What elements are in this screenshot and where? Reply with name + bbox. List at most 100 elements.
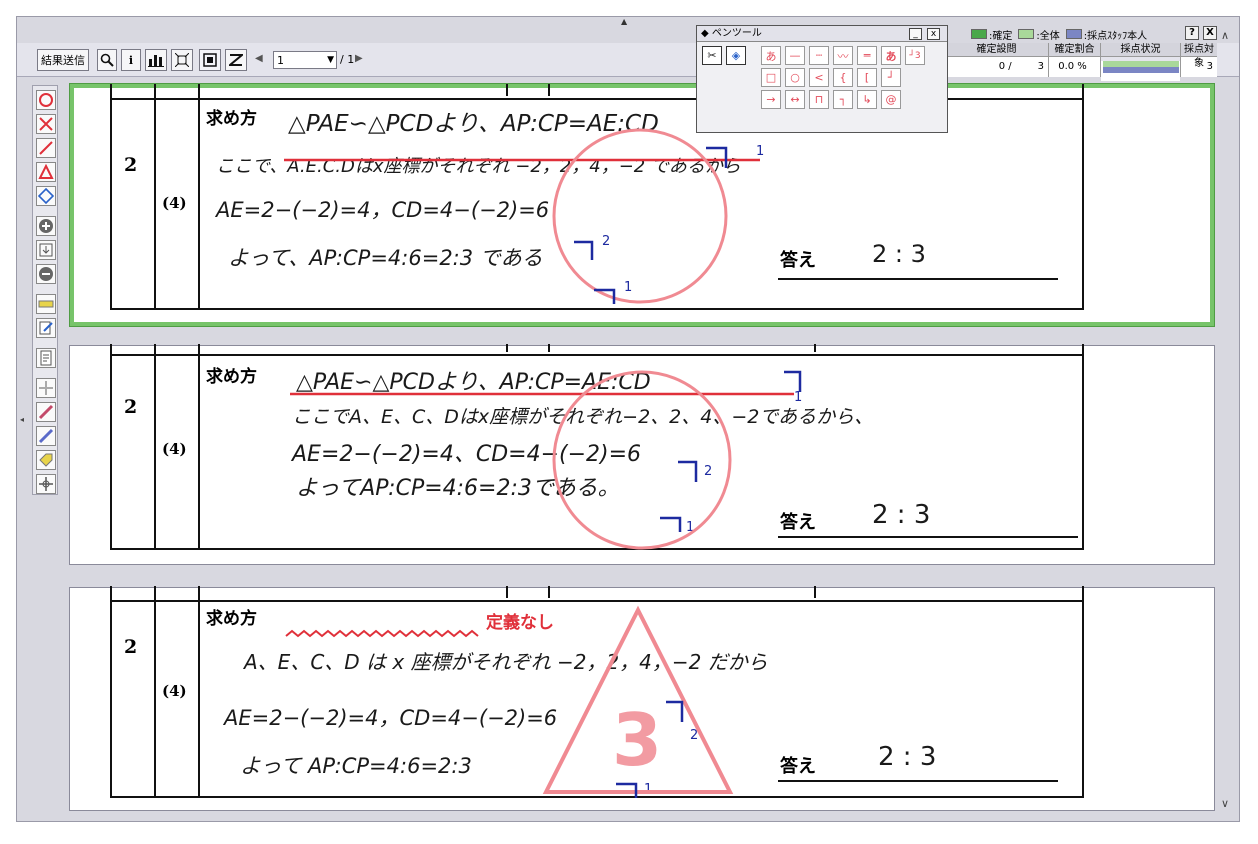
pen-palette-close-button[interactable]: x bbox=[927, 28, 940, 40]
info-icon[interactable]: i bbox=[121, 49, 141, 71]
pen-bracket-icon[interactable]: [ bbox=[857, 68, 877, 87]
stats-target: 採点対象 3 bbox=[1181, 43, 1217, 77]
highlight-bar-icon[interactable] bbox=[36, 294, 56, 314]
remove-icon[interactable] bbox=[36, 264, 56, 284]
slash-mark-icon[interactable] bbox=[36, 138, 56, 158]
next-page-icon[interactable]: ▶ bbox=[355, 53, 363, 64]
answer-label: 答え bbox=[780, 512, 816, 533]
window-close-button[interactable]: X bbox=[1203, 26, 1217, 40]
pen-brace-icon[interactable]: { bbox=[833, 68, 853, 87]
answer-line-1: △PAE∽△PCDより、AP:CP=AE:CD bbox=[288, 111, 659, 137]
fit-view-icon[interactable] bbox=[171, 49, 193, 71]
legend-all-label: :全体 bbox=[1036, 30, 1060, 42]
answer-sheet-3: 2 (4) 求め方 定義なし A、E、C、D は x 座標がそれぞれ −2，2，… bbox=[110, 586, 1084, 798]
pen-step-icon[interactable]: ⊓ bbox=[809, 90, 829, 109]
answer-panel-3[interactable]: 2 (4) 求め方 定義なし A、E、C、D は x 座標がそれぞれ −2，2，… bbox=[69, 586, 1215, 811]
z-sort-icon[interactable] bbox=[225, 49, 247, 71]
collapse-arrow-icon[interactable]: ▲ bbox=[621, 17, 627, 26]
answer-line-2: A、E、C、D は x 座標がそれぞれ −2，2，4，−2 だから bbox=[244, 650, 768, 674]
answer-label: 答え bbox=[780, 756, 816, 777]
add-icon[interactable] bbox=[36, 216, 56, 236]
answer-panel-1[interactable]: 2 (4) 求め方 △PAE∽△PCDより、AP:CP=AE:CD ここで、A.… bbox=[69, 83, 1215, 327]
answer-panel-2[interactable]: 2 (4) 求め方 △PAE∽△PCDより、AP:CP=AE:CD ここでA、E… bbox=[69, 344, 1215, 565]
send-results-button[interactable]: 結果送信 bbox=[37, 49, 89, 71]
zoom-icon[interactable] bbox=[97, 49, 117, 71]
pen-tool-palette[interactable]: ◆ ペンツール _ x ✂ ◈ あ — ┄ 〰 ═ あ ┘3 □ ○ < { [… bbox=[696, 25, 948, 133]
sub-question: (4) bbox=[162, 194, 187, 212]
pen-double-arrow-icon[interactable]: ↔ bbox=[785, 90, 805, 109]
move-icon[interactable] bbox=[36, 378, 56, 398]
legend: :確定 :全体 :採点ｽﾀｯﾌ本人 bbox=[971, 27, 1153, 42]
pen-palette-titlebar[interactable]: ◆ ペンツール _ x bbox=[697, 26, 947, 42]
question-number: 2 bbox=[124, 154, 138, 176]
pen-text-bold-icon[interactable]: あ bbox=[881, 46, 901, 65]
pen-wave-line-icon[interactable]: 〰 bbox=[833, 46, 853, 65]
pen-angle-icon[interactable]: < bbox=[809, 68, 829, 87]
sheet-col-divider bbox=[506, 586, 508, 598]
prev-page-icon[interactable]: ◀ bbox=[255, 53, 263, 64]
edit-note-icon[interactable] bbox=[36, 318, 56, 338]
triangle-mark-icon[interactable] bbox=[36, 162, 56, 182]
answer-underline bbox=[778, 780, 1058, 782]
scroll-down-arrow-icon[interactable]: ∨ bbox=[1221, 797, 1229, 810]
pen-stamp-icon[interactable]: @ bbox=[881, 90, 901, 109]
check-mark-number: 2 bbox=[690, 728, 699, 743]
sheet-col-divider bbox=[548, 344, 550, 352]
scroll-up-arrow-icon[interactable]: ∧ bbox=[1221, 29, 1229, 42]
scoring-window: ▲ :確定 :全体 :採点ｽﾀｯﾌ本人 ? X ∧ 結果送信 i ◀ 1 ▼ /… bbox=[16, 16, 1240, 822]
sheet-col-divider bbox=[198, 84, 200, 308]
fullscreen-icon[interactable] bbox=[199, 49, 221, 71]
answer-line-4: よって、AP:CP=4:6=2:3 である bbox=[228, 246, 543, 270]
method-label: 求め方 bbox=[206, 109, 257, 129]
tag-icon[interactable] bbox=[36, 450, 56, 470]
eraser-icon[interactable]: ◈ bbox=[726, 46, 746, 65]
method-label: 求め方 bbox=[206, 367, 257, 387]
sheet-col-divider bbox=[154, 586, 156, 796]
download-icon[interactable] bbox=[36, 240, 56, 260]
help-button[interactable]: ? bbox=[1185, 26, 1199, 40]
document-icon[interactable] bbox=[36, 348, 56, 368]
pen-double-line-icon[interactable]: ═ bbox=[857, 46, 877, 65]
cross-mark-icon[interactable] bbox=[36, 114, 56, 134]
sheet-col-divider bbox=[814, 344, 816, 352]
blue-pen-icon[interactable] bbox=[36, 426, 56, 446]
pen-return-arrow-icon[interactable]: ↳ bbox=[857, 90, 877, 109]
diamond-mark-icon[interactable] bbox=[36, 186, 56, 206]
answer-line-1: △PAE∽△PCDより、AP:CP=AE:CD bbox=[296, 370, 651, 395]
pen-corner-icon[interactable]: ┘ bbox=[881, 68, 901, 87]
answer-sheet-2: 2 (4) 求め方 △PAE∽△PCDより、AP:CP=AE:CD ここでA、E… bbox=[110, 344, 1084, 550]
legend-staff-label: :採点ｽﾀｯﾌ本人 bbox=[1083, 30, 1148, 42]
answer-underline bbox=[778, 278, 1058, 280]
pen-line-icon[interactable]: — bbox=[785, 46, 805, 65]
check-mark-number: 2 bbox=[602, 234, 611, 249]
pen-text-icon[interactable]: あ bbox=[761, 46, 781, 65]
pen-arrow-icon[interactable]: → bbox=[761, 90, 781, 109]
pen-palette-minimize-button[interactable]: _ bbox=[909, 28, 922, 40]
marking-toolstrip bbox=[32, 85, 58, 495]
answer-value: 2 : 3 bbox=[878, 742, 937, 772]
red-pen-icon[interactable] bbox=[36, 402, 56, 422]
scissors-icon[interactable]: ✂ bbox=[702, 46, 722, 65]
sheet-col-divider bbox=[506, 344, 508, 352]
pen-circle-icon[interactable]: ○ bbox=[785, 68, 805, 87]
stats-ratio-value: 0.0 % bbox=[1049, 57, 1100, 77]
page-select-value: 1 bbox=[277, 53, 284, 67]
stats-header: 確定設問 bbox=[945, 43, 1048, 57]
stats-confirmed-count: 0 / bbox=[998, 61, 1012, 72]
circle-mark-icon[interactable] bbox=[36, 90, 56, 110]
pen-check-3-icon[interactable]: ┘3 bbox=[905, 46, 925, 65]
page-select[interactable]: 1 ▼ bbox=[273, 51, 337, 69]
question-number: 2 bbox=[124, 636, 138, 658]
stats-confirmed-value: 0 / 3 bbox=[945, 57, 1048, 77]
pen-step-down-icon[interactable]: ┐ bbox=[833, 90, 853, 109]
legend-all-swatch bbox=[1018, 29, 1035, 39]
answer-line-4: よってAP:CP=4:6=2:3である。 bbox=[296, 476, 620, 501]
pan-icon[interactable] bbox=[36, 474, 56, 494]
sheet-col-divider bbox=[814, 586, 816, 598]
check-mark-number: 2 bbox=[704, 464, 713, 479]
bar-chart-icon[interactable] bbox=[145, 49, 167, 71]
stats-status: 採点状況 bbox=[1101, 43, 1181, 81]
pen-rectangle-icon[interactable]: □ bbox=[761, 68, 781, 87]
pen-dotted-line-icon[interactable]: ┄ bbox=[809, 46, 829, 65]
sidebar-toggle-icon[interactable]: ◂ bbox=[20, 415, 24, 424]
